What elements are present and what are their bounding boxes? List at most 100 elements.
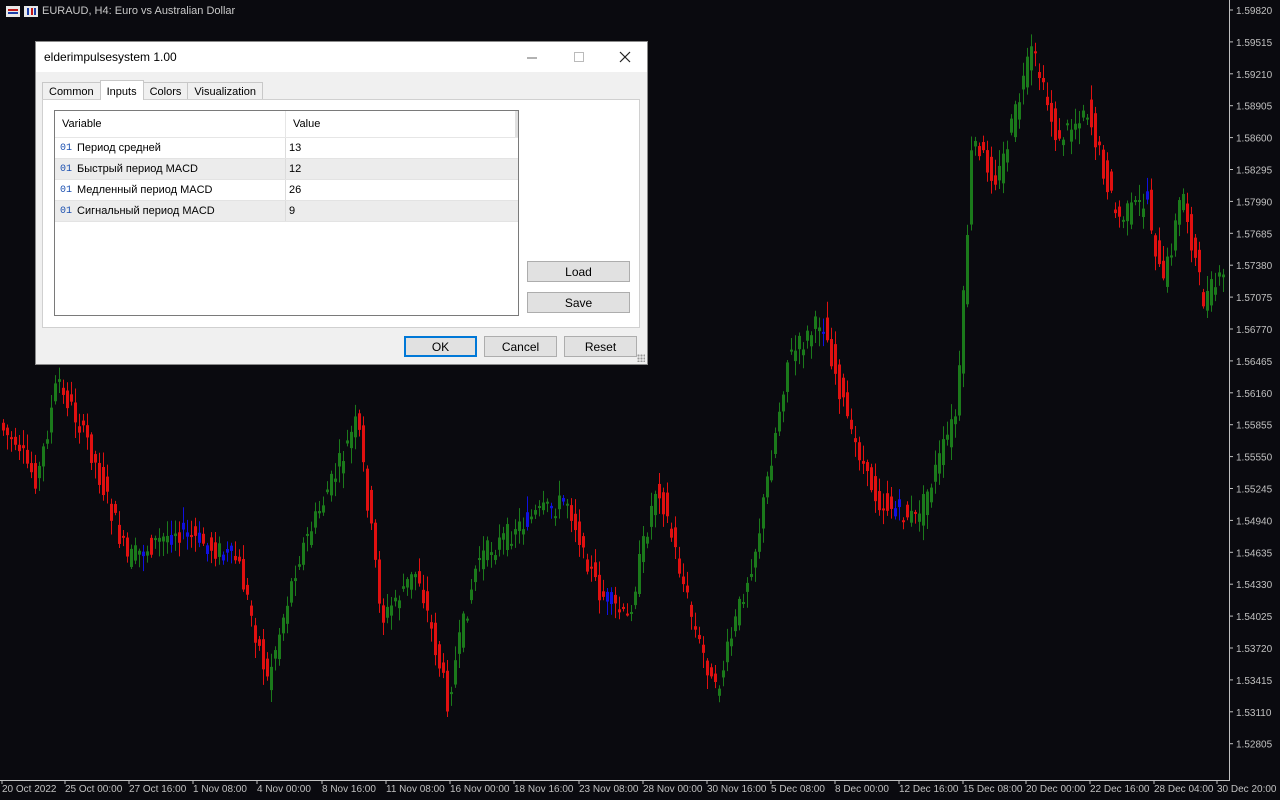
candle-body [930, 487, 933, 503]
candle-body [434, 622, 437, 656]
candle-body [354, 416, 357, 438]
date-label: 22 Dec 16:00 [1090, 784, 1150, 795]
reset-button[interactable]: Reset [564, 336, 637, 357]
candle-body [490, 552, 493, 556]
table-row[interactable]: 01 Период средней 13 [55, 138, 518, 159]
candle-body [926, 491, 929, 516]
row-value[interactable]: 13 [286, 142, 301, 154]
candle-body [698, 634, 701, 640]
tab-colors[interactable]: Colors [142, 82, 189, 100]
trade-panel-icon[interactable] [24, 5, 38, 17]
candle-body [1078, 123, 1081, 129]
candle-body [706, 660, 709, 676]
candle-body [242, 559, 245, 590]
candle-body [610, 592, 613, 605]
row-value[interactable]: 26 [286, 184, 301, 196]
maximize-button[interactable] [556, 42, 602, 72]
candle-body [486, 540, 489, 561]
candle-body [1118, 206, 1121, 217]
candle-body [1094, 113, 1097, 148]
candle-body [874, 476, 877, 502]
dialog-title: elderimpulsesystem 1.00 [44, 50, 177, 64]
candle-body [470, 589, 473, 601]
candle-body [1046, 96, 1049, 106]
candle-body [1086, 117, 1089, 120]
candle-body [34, 463, 37, 489]
candle-body [794, 350, 797, 362]
candle-body [162, 536, 165, 542]
candle-body [338, 453, 341, 467]
candle-body [230, 545, 233, 551]
tab-visualization[interactable]: Visualization [187, 82, 263, 100]
chart-menu-icon[interactable] [6, 5, 20, 17]
candle-body [170, 535, 173, 545]
row-value[interactable]: 9 [286, 205, 295, 217]
save-button[interactable]: Save [527, 292, 630, 313]
candle-body [730, 638, 733, 647]
ok-button[interactable]: OK [404, 336, 477, 357]
candle-body [1074, 123, 1077, 130]
dialog-titlebar[interactable]: elderimpulsesystem 1.00 [36, 42, 647, 72]
candle-body [1154, 235, 1157, 257]
candle-body [54, 383, 57, 402]
row-value[interactable]: 12 [286, 163, 301, 175]
candle-body [650, 505, 653, 527]
candle-body [1082, 110, 1085, 118]
column-header-value[interactable]: Value [286, 111, 320, 137]
price-label: 1.54330 [1236, 580, 1273, 591]
table-row[interactable]: 01 Быстрый период MACD 12 [55, 159, 518, 180]
candle-body [450, 692, 453, 695]
candle-body [758, 533, 761, 552]
resize-grip[interactable] [637, 354, 645, 362]
candle-body [174, 533, 177, 537]
candle-body [674, 527, 677, 548]
candle-body [110, 503, 113, 521]
candle-body [846, 392, 849, 417]
candle-body [954, 416, 957, 425]
candle-body [374, 522, 377, 560]
tab-inputs[interactable]: Inputs [99, 80, 144, 100]
candle-body [1038, 72, 1041, 79]
candle-body [22, 445, 25, 449]
candle-body [254, 625, 257, 643]
candle-body [682, 576, 685, 585]
candle-body [822, 331, 825, 334]
candle-body [1014, 104, 1017, 138]
column-header-variable[interactable]: Variable [55, 111, 286, 137]
candle-body [834, 344, 837, 374]
candle-body [386, 606, 389, 618]
close-button[interactable] [602, 42, 648, 72]
candle-body [554, 516, 557, 519]
inputs-panel: Variable Value 01 Период средней 13 01 Быс… [42, 99, 640, 328]
price-label: 1.55550 [1236, 453, 1273, 464]
candle-body [638, 553, 641, 595]
date-label: 5 Dec 08:00 [771, 784, 825, 795]
tab-common[interactable]: Common [42, 82, 101, 100]
candle-body [790, 349, 793, 352]
candle-body [746, 582, 749, 592]
table-header: Variable Value [55, 111, 518, 138]
candle-body [770, 465, 773, 481]
table-row[interactable]: 01 Сигнальный период MACD 9 [55, 201, 518, 222]
table-row[interactable]: 01 Медленный период MACD 26 [55, 180, 518, 201]
candle-body [622, 606, 625, 609]
load-button[interactable]: Load [527, 261, 630, 282]
candle-body [726, 641, 729, 663]
candle-body [1174, 220, 1177, 251]
candle-body [218, 543, 221, 557]
date-label: 12 Dec 16:00 [899, 784, 959, 795]
candle-body [742, 602, 745, 605]
cancel-button[interactable]: Cancel [484, 336, 557, 357]
candle-body [290, 581, 293, 603]
date-label: 28 Dec 04:00 [1154, 784, 1214, 795]
candle-body [398, 600, 401, 609]
minimize-button[interactable] [509, 42, 555, 72]
price-label: 1.56465 [1236, 357, 1273, 368]
candle-body [1002, 153, 1005, 184]
candle-body [646, 536, 649, 544]
candle-body [1222, 274, 1225, 278]
candle-body [766, 476, 769, 498]
candle-body [918, 513, 921, 522]
table-scrollbar[interactable] [515, 111, 518, 137]
candle-body [626, 613, 629, 616]
